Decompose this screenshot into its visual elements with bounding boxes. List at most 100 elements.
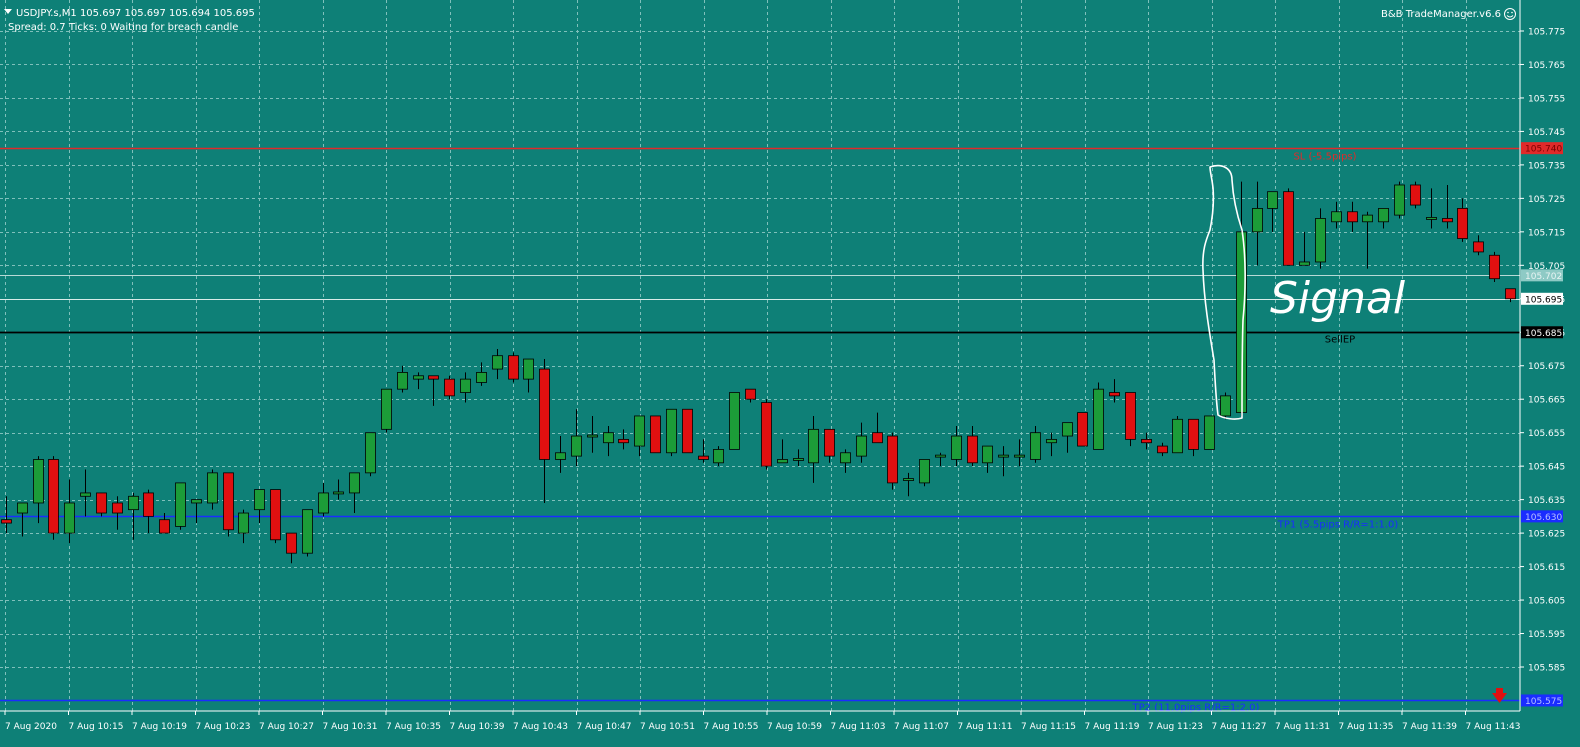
bear-candle — [887, 435, 898, 484]
bull-candle — [80, 492, 91, 497]
bull-candle — [919, 459, 930, 484]
bull-candle — [460, 378, 471, 393]
price-tag-sellep-label: 105.685 — [1525, 329, 1562, 339]
bull-candle — [238, 512, 249, 534]
signal-handwritten-text: Signal — [1270, 273, 1406, 324]
bear-candle — [1188, 418, 1199, 450]
bull-candle — [666, 408, 677, 454]
bear-candle — [1283, 191, 1294, 266]
time-tick-label: 7 Aug 11:31 — [1275, 722, 1330, 732]
bull-candle — [397, 372, 408, 390]
price-tag-bid-label: 105.695 — [1525, 295, 1562, 305]
bull-candle — [1315, 218, 1326, 263]
time-tick-label: 7 Aug 10:35 — [386, 722, 441, 732]
price-tick-label: 105.775 — [1528, 28, 1565, 38]
bull-candle — [1204, 415, 1215, 450]
bear-candle — [745, 388, 756, 400]
bull-candle — [365, 432, 376, 474]
bear-candle — [1, 519, 12, 524]
bear-candle — [618, 438, 629, 444]
time-tick-label: 7 Aug 10:51 — [640, 722, 695, 732]
bear-candle — [872, 432, 883, 444]
time-tick-label: 7 Aug 10:23 — [196, 722, 251, 732]
bear-candle — [286, 532, 297, 554]
bull-candle — [729, 392, 740, 450]
bear-candle — [1077, 412, 1088, 447]
bear-candle — [1109, 392, 1120, 397]
bear-candle — [223, 472, 234, 531]
bear-candle — [698, 455, 709, 460]
bull-candle — [207, 472, 218, 504]
bull-candle — [523, 358, 534, 380]
symbol-line: USDJPY.s,M1 105.697 105.697 105.694 105.… — [16, 8, 255, 19]
bull-candle — [175, 482, 186, 527]
time-tick-label: 7 Aug 10:19 — [132, 722, 187, 732]
bear-candle — [682, 408, 693, 454]
bull-candle — [413, 375, 424, 380]
price-tick-label: 105.755 — [1528, 94, 1565, 104]
bear-candle — [444, 378, 455, 397]
bull-candle — [254, 489, 265, 511]
bull-candle — [1046, 438, 1057, 444]
time-tick-label: 7 Aug 2020 — [5, 722, 57, 732]
price-tick-label: 105.745 — [1528, 128, 1565, 138]
bull-candle — [302, 509, 313, 554]
bull-candle — [777, 459, 788, 464]
bear-candle — [1125, 392, 1136, 440]
price-tick-label: 105.675 — [1528, 362, 1565, 372]
time-tick-label: 7 Aug 11:35 — [1339, 722, 1394, 732]
bull-candle — [951, 435, 962, 460]
bear-candle — [508, 355, 519, 380]
bear-candle — [1410, 184, 1421, 206]
bull-candle — [64, 502, 75, 534]
bull-candle — [603, 432, 614, 444]
bull-candle — [571, 435, 582, 457]
time-tick-label: 7 Aug 11:07 — [894, 722, 949, 732]
bear-candle — [1141, 438, 1152, 444]
level-label-sl: SL (-5.5pips) — [1293, 152, 1356, 163]
bear-candle — [539, 368, 550, 460]
time-tick-label: 7 Aug 10:43 — [513, 722, 568, 732]
bear-candle — [159, 519, 170, 534]
time-tick-label: 7 Aug 10:59 — [767, 722, 822, 732]
time-tick-label: 7 Aug 10:31 — [323, 722, 378, 732]
bull-candle — [935, 454, 946, 458]
price-chart[interactable]: SL (-5.5pips) SellEP TP1 (5.5pips R/R=1:1.… — [0, 0, 1580, 747]
price-tick-label: 105.665 — [1528, 396, 1565, 406]
price-tick-label: 105.615 — [1528, 563, 1565, 573]
price-tick-label: 105.595 — [1528, 630, 1565, 640]
time-tick-label: 7 Aug 11:43 — [1466, 722, 1521, 732]
price-tag-tp1-label: 105.630 — [1525, 513, 1562, 523]
price-tag-ask-label: 105.702 — [1525, 272, 1562, 282]
time-tick-label: 7 Aug 11:15 — [1021, 722, 1076, 732]
bear-candle — [48, 459, 59, 534]
bull-candle — [1172, 418, 1183, 454]
bull-candle — [1299, 261, 1310, 266]
bull-candle — [349, 472, 360, 494]
time-tick-label: 7 Aug 10:39 — [450, 722, 505, 732]
bull-candle — [1252, 208, 1263, 233]
bull-candle — [808, 428, 819, 464]
bear-candle — [967, 435, 978, 464]
bull-candle — [381, 388, 392, 430]
bull-candle — [1014, 454, 1025, 458]
level-label-tp1: TP1 (5.5pips R/R=1:1.0) — [1277, 520, 1399, 531]
bear-candle — [761, 402, 772, 467]
bull-candle — [555, 452, 566, 460]
bull-candle — [191, 499, 202, 504]
time-tick-label: 7 Aug 10:15 — [69, 722, 124, 732]
ea-name: B&B TradeManager.v6.6 — [1381, 9, 1501, 20]
bull-candle — [1220, 395, 1231, 417]
bear-candle — [1457, 208, 1468, 239]
bear-candle — [270, 489, 281, 541]
bull-candle — [17, 502, 28, 514]
price-tick-label: 105.765 — [1528, 61, 1565, 71]
bull-candle — [33, 459, 44, 504]
price-tick-label: 105.625 — [1528, 530, 1565, 540]
bear-candle — [1157, 445, 1168, 454]
bull-candle — [634, 415, 645, 447]
time-tick-label: 7 Aug 11:19 — [1085, 722, 1140, 732]
time-tick-label: 7 Aug 10:27 — [259, 722, 314, 732]
price-tick-label: 105.605 — [1528, 597, 1565, 607]
bull-candle — [1362, 214, 1373, 223]
